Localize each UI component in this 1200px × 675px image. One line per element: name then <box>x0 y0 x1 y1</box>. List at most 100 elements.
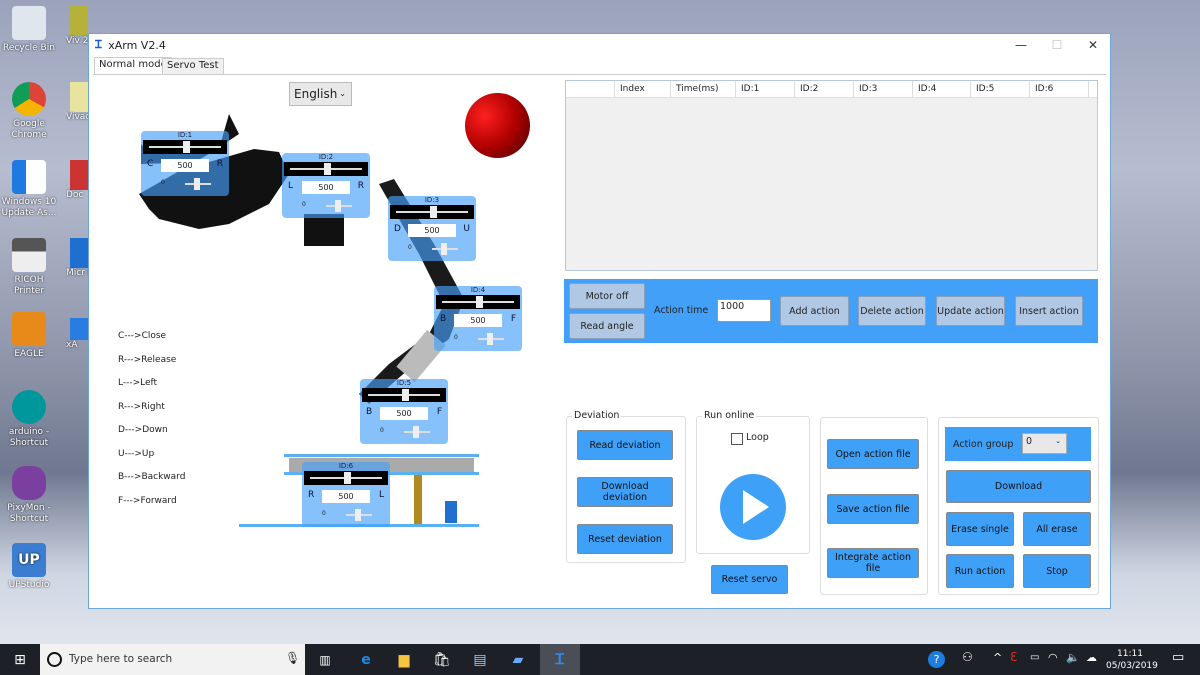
column-header[interactable] <box>566 81 615 98</box>
desktop-icon-eagle[interactable]: EAGLE <box>0 312 58 360</box>
desktop-icon-ricoh-printer[interactable]: RICOH Printer <box>0 238 58 297</box>
notifications-icon[interactable]: ▭ <box>1172 650 1184 665</box>
servo-slider[interactable] <box>436 295 520 309</box>
add-action-button[interactable]: Add action <box>780 296 849 326</box>
servo-slider[interactable] <box>390 205 474 219</box>
desktop-icon-xarm[interactable]: xA <box>66 318 88 350</box>
wifi-icon[interactable]: ◠ <box>1048 651 1058 664</box>
reset-deviation-button[interactable]: Reset deviation <box>577 524 673 554</box>
column-header[interactable]: ID:5 <box>971 81 1030 98</box>
taskbar-app-doc[interactable]: ▤ <box>460 644 500 675</box>
key-legend-item: R--->Release <box>118 354 177 365</box>
action-group-select[interactable]: 0 ⌄ <box>1022 433 1067 454</box>
volume-icon[interactable]: 🔈 <box>1066 651 1080 664</box>
servo-value-input[interactable]: 500 <box>454 314 502 327</box>
people-icon[interactable]: ⚇ <box>962 650 973 664</box>
column-header[interactable]: ID:3 <box>854 81 913 98</box>
desktop-icon-doc[interactable]: Doc <box>66 160 88 200</box>
desktop-icon-vivado-2[interactable]: Vivad 201 <box>66 82 88 122</box>
action-table[interactable]: Index Time(ms) ID:1 ID:2 ID:3 ID:4 ID:5 ID:6 <box>565 80 1098 271</box>
update-assistant-icon <box>12 160 46 194</box>
clock[interactable]: 11:11 05/03/2019 <box>1106 648 1158 672</box>
close-button[interactable]: ✕ <box>1075 34 1111 56</box>
integrate-action-file-button[interactable]: Integrate action file <box>827 548 919 578</box>
deviation-slider[interactable] <box>326 200 352 212</box>
desktop-icon-recycle-bin[interactable]: Recycle Bin <box>0 6 58 54</box>
motor-off-button[interactable]: Motor off <box>569 283 645 309</box>
play-button[interactable] <box>720 474 786 540</box>
desktop-icon-edge[interactable]: Micr Ed <box>66 238 88 278</box>
start-button[interactable]: ⊞ <box>0 644 40 675</box>
slider-thumb[interactable] <box>194 178 200 190</box>
desktop-icon-pixymon[interactable]: PixyMon - Shortcut <box>0 466 58 525</box>
task-view-button[interactable]: ▥ <box>305 644 345 675</box>
open-action-file-button[interactable]: Open action file <box>827 439 919 469</box>
taskbar-xarm[interactable]: Ꮖ <box>540 644 580 675</box>
taskbar-edge[interactable]: e <box>346 644 386 675</box>
all-erase-button[interactable]: All erase <box>1023 512 1091 546</box>
slider-thumb[interactable] <box>476 296 483 308</box>
slider-thumb[interactable] <box>441 243 447 255</box>
deviation-slider[interactable] <box>185 178 211 190</box>
servo-slider[interactable] <box>284 162 368 176</box>
run-action-button[interactable]: Run action <box>946 554 1014 588</box>
servo-value-input[interactable]: 500 <box>322 490 370 503</box>
slider-thumb[interactable] <box>344 472 351 484</box>
stop-button[interactable]: Stop <box>1023 554 1091 588</box>
read-deviation-button[interactable]: Read deviation <box>577 430 673 460</box>
tray-chevron-icon[interactable]: ^ <box>993 651 1002 664</box>
help-icon[interactable]: ? <box>928 651 945 668</box>
loop-checkbox[interactable] <box>731 433 743 445</box>
desktop-icon-chrome[interactable]: Google Chrome <box>0 82 58 141</box>
download-button[interactable]: Download <box>946 470 1091 503</box>
deviation-slider[interactable] <box>478 333 504 345</box>
column-header[interactable]: ID:2 <box>795 81 854 98</box>
servo-slider[interactable] <box>143 140 227 154</box>
desktop-icon-vivado-1[interactable]: Viv 201 <box>66 6 88 46</box>
servo-value-input[interactable]: 500 <box>161 159 209 172</box>
servo-slider[interactable] <box>304 471 388 485</box>
column-header[interactable]: ID:4 <box>913 81 971 98</box>
update-action-button[interactable]: Update action <box>936 296 1005 326</box>
column-header[interactable]: Index <box>615 81 671 98</box>
column-header[interactable]: ID:6 <box>1030 81 1089 98</box>
servo-slider[interactable] <box>362 388 446 402</box>
slider-thumb[interactable] <box>413 426 419 438</box>
column-header[interactable]: ID:1 <box>736 81 795 98</box>
taskbar-app-device[interactable]: ▰ <box>498 644 538 675</box>
battery-icon[interactable]: ▭ <box>1030 652 1039 663</box>
action-time-input[interactable]: 1000 <box>717 299 771 322</box>
slider-thumb[interactable] <box>324 163 331 175</box>
slider-thumb[interactable] <box>402 389 409 401</box>
delete-action-button[interactable]: Delete action <box>858 296 926 326</box>
desktop-icon-win10-update[interactable]: Windows 10 Update As... <box>0 160 58 219</box>
minimize-button[interactable]: — <box>1003 34 1039 56</box>
read-angle-button[interactable]: Read angle <box>569 313 645 339</box>
tray-app-icon[interactable]: Ɛ <box>1010 650 1017 664</box>
search-box[interactable]: Type here to search 🎙 <box>40 644 305 675</box>
slider-thumb[interactable] <box>355 509 361 521</box>
column-header[interactable]: Time(ms) <box>671 81 736 98</box>
desktop-icon-arduino[interactable]: arduino - Shortcut <box>0 390 58 449</box>
download-deviation-button[interactable]: Download deviation <box>577 477 673 507</box>
servo-block-2 <box>304 214 344 246</box>
taskbar-store[interactable]: 🛍 <box>422 644 462 675</box>
servo-value-input[interactable]: 500 <box>408 224 456 237</box>
desktop-icon-upstudio[interactable]: UP UPStudio <box>0 543 58 591</box>
save-action-file-button[interactable]: Save action file <box>827 494 919 524</box>
servo-value-input[interactable]: 500 <box>380 407 428 420</box>
slider-thumb[interactable] <box>335 200 341 212</box>
deviation-slider[interactable] <box>404 426 430 438</box>
deviation-slider[interactable] <box>432 243 458 255</box>
insert-action-button[interactable]: Insert action <box>1015 296 1083 326</box>
taskbar-explorer[interactable]: ▆ <box>384 644 424 675</box>
maximize-button[interactable]: ☐ <box>1039 34 1075 56</box>
slider-thumb[interactable] <box>183 141 190 153</box>
deviation-slider[interactable] <box>346 509 372 521</box>
servo-value-input[interactable]: 500 <box>302 181 350 194</box>
erase-single-button[interactable]: Erase single <box>946 512 1014 546</box>
slider-thumb[interactable] <box>430 206 437 218</box>
slider-thumb[interactable] <box>487 333 493 345</box>
reset-servo-button[interactable]: Reset servo <box>711 565 788 594</box>
onedrive-icon[interactable]: ☁ <box>1086 651 1097 664</box>
